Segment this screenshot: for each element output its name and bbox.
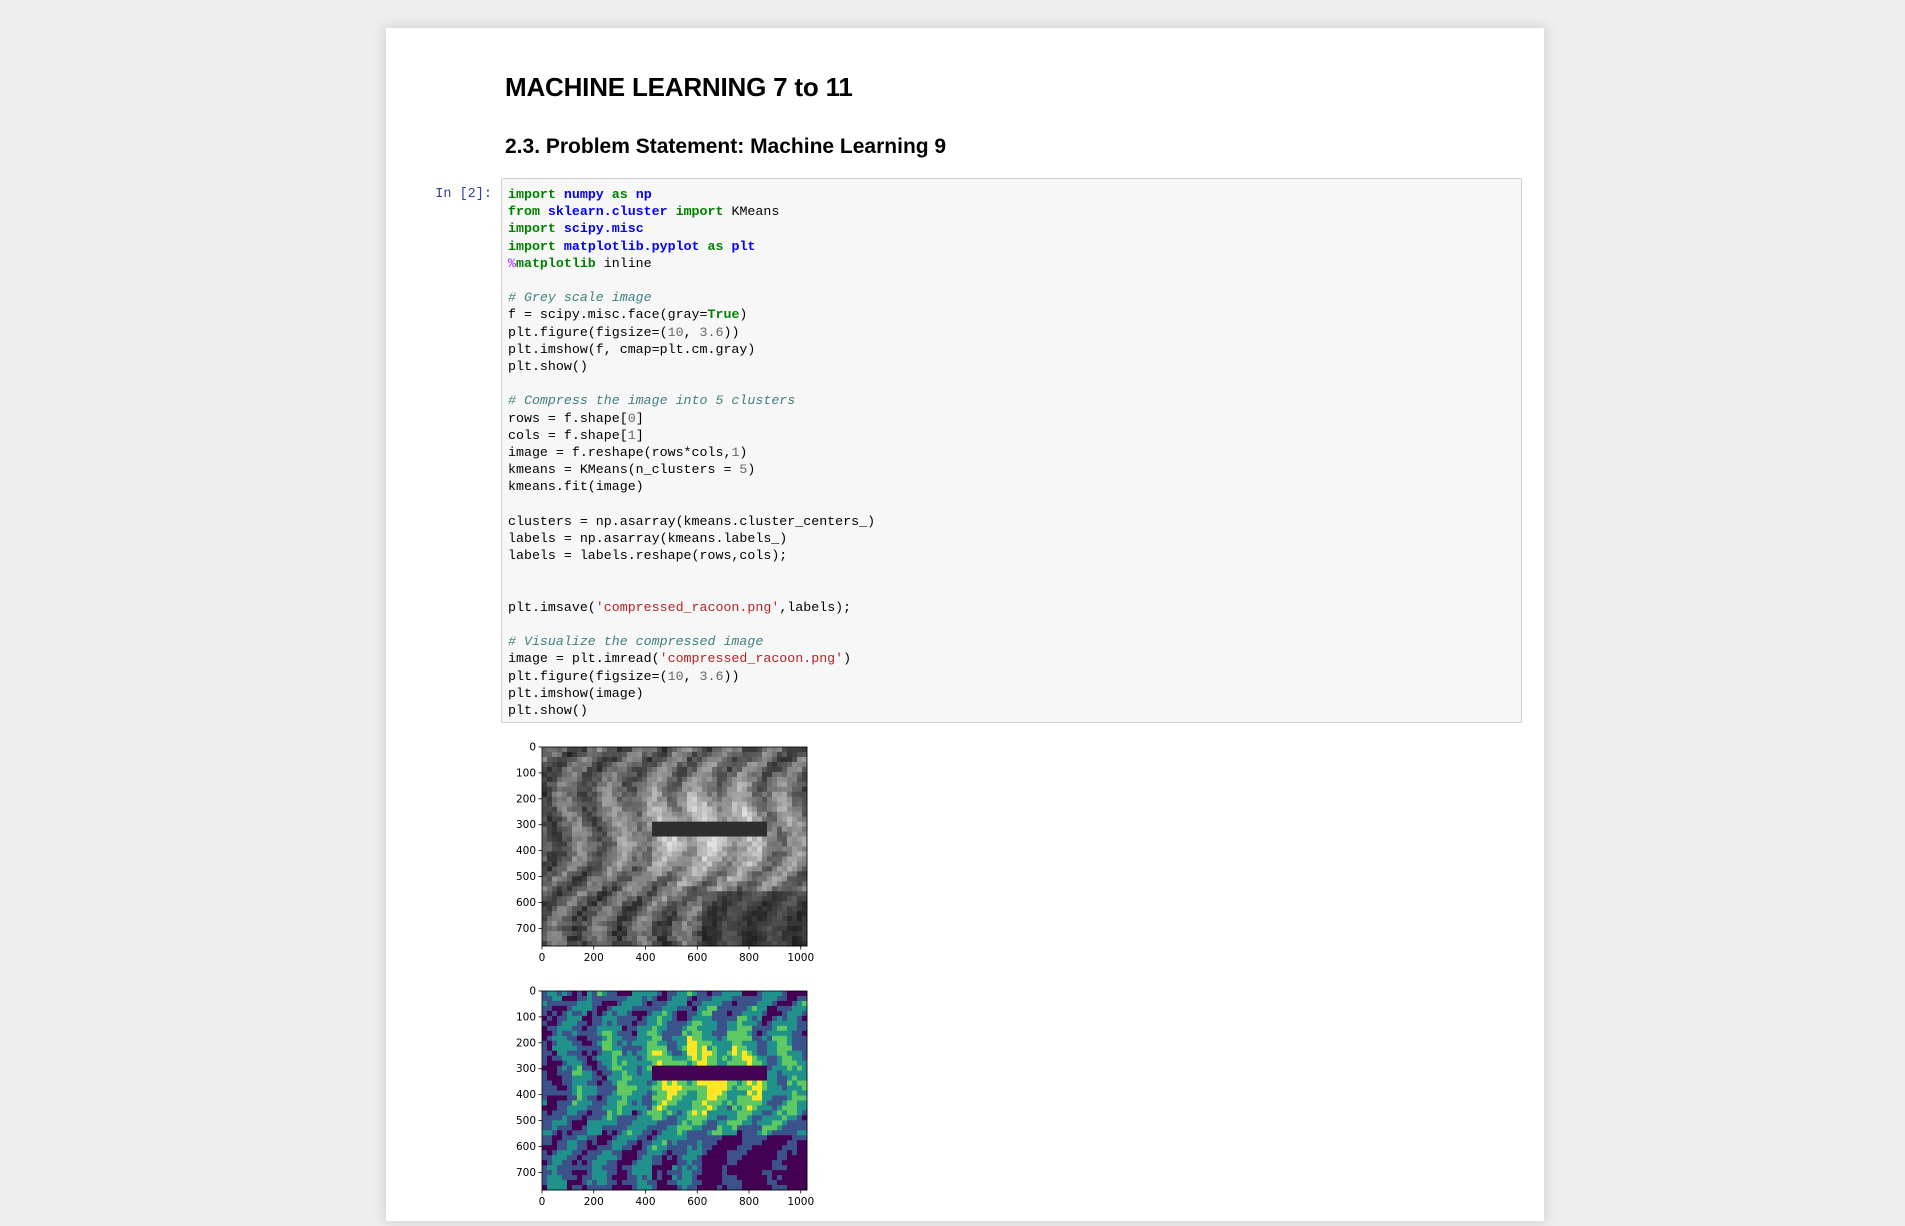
code-line: import numpy as np (508, 187, 652, 202)
code-editor[interactable]: import numpy as np from sklearn.cluster … (502, 179, 1521, 726)
code-line: plt.figure(figsize=(10, 3.6)) (508, 668, 740, 684)
y-tick-label: 700 (516, 923, 536, 935)
code-line: # Compress the image into 5 clusters (508, 393, 796, 409)
x-tick-label: 200 (584, 1196, 604, 1208)
code-line: labels = np.asarray(kmeans.labels_) (508, 531, 788, 547)
compressed-raccoon-image (542, 991, 808, 1191)
code-line: image = f.reshape(rows*cols,1) (508, 445, 748, 461)
x-tick-label: 1000 (787, 1196, 814, 1208)
output-figure-grayscale: 0 100 200 300 400 500 600 700 0 200 400 600 800 1000 (502, 740, 822, 982)
notebook-title: MACHINE LEARNING 7 to 11 (505, 72, 853, 102)
compressed-raccoon-plot: 0 100 200 300 400 500 600 700 0 200 400 600 800 1000 (516, 986, 814, 1209)
x-tick-label: 600 (687, 952, 707, 964)
output-figure-compressed: 0 100 200 300 400 500 600 700 0 200 400 600 800 1000 (502, 984, 822, 1226)
code-line: rows = f.shape[0] (508, 410, 644, 426)
y-tick-label: 0 (529, 986, 536, 998)
x-tick-label: 400 (635, 952, 655, 964)
y-tick-label: 300 (516, 819, 536, 831)
code-line: f = scipy.misc.face(gray=True) (508, 307, 748, 323)
y-tick-label: 500 (516, 1115, 536, 1127)
y-tick-label: 0 (529, 742, 536, 754)
x-tick-label: 600 (687, 1196, 707, 1208)
code-line: from sklearn.cluster import KMeans (508, 204, 780, 220)
code-line: plt.figure(figsize=(10, 3.6)) (508, 324, 740, 340)
code-line: plt.imshow(image) (508, 685, 644, 701)
y-tick-label: 100 (516, 1011, 536, 1023)
y-tick-label: 600 (516, 897, 536, 909)
code-line: import scipy.misc (508, 221, 644, 237)
y-tick-label: 400 (516, 845, 536, 857)
x-tick-label: 400 (635, 1196, 655, 1208)
grayscale-raccoon-image (542, 747, 808, 947)
code-line: # Grey scale image (508, 290, 652, 306)
y-tick-label: 100 (516, 767, 536, 779)
x-tick-label: 800 (739, 1196, 759, 1208)
code-line: plt.show() (508, 359, 588, 375)
y-tick-label: 700 (516, 1167, 536, 1179)
x-tick-label: 0 (539, 952, 546, 964)
y-tick-label: 300 (516, 1063, 536, 1075)
y-tick-label: 200 (516, 793, 536, 805)
y-tick-label: 600 (516, 1141, 536, 1153)
code-line: clusters = np.asarray(kmeans.cluster_cen… (508, 513, 876, 529)
code-line: image = plt.imread('compressed_racoon.pn… (508, 651, 852, 667)
y-tick-label: 400 (516, 1089, 536, 1101)
code-line: import matplotlib.pyplot as plt (508, 238, 756, 254)
code-line: %matplotlib inline (508, 255, 652, 271)
code-line: kmeans.fit(image) (508, 479, 644, 495)
section-heading: 2.3. Problem Statement: Machine Learning… (505, 135, 947, 158)
x-tick-label: 200 (584, 952, 604, 964)
x-tick-label: 1000 (787, 952, 814, 964)
cell-prompt: In [2]: (435, 187, 492, 202)
code-line: # Visualize the compressed image (508, 634, 764, 650)
code-line: plt.imsave('compressed_racoon.png',label… (508, 599, 852, 615)
y-tick-label: 200 (516, 1037, 536, 1049)
code-cell[interactable]: import numpy as np from sklearn.cluster … (501, 178, 1522, 723)
code-line: plt.show() (508, 703, 588, 719)
grayscale-raccoon-plot: 0 100 200 300 400 500 600 700 0 200 400 600 800 1000 (516, 742, 814, 965)
code-line: kmeans = KMeans(n_clusters = 5) (508, 462, 756, 478)
code-line: cols = f.shape[1] (508, 427, 644, 443)
x-tick-label: 800 (739, 952, 759, 964)
code-line: labels = labels.reshape(rows,cols); (508, 548, 788, 564)
code-line: plt.imshow(f, cmap=plt.cm.gray) (508, 341, 756, 357)
x-tick-label: 0 (539, 1196, 546, 1208)
y-tick-label: 500 (516, 871, 536, 883)
notebook-page: MACHINE LEARNING 7 to 11 2.3. Problem St… (386, 28, 1544, 1221)
